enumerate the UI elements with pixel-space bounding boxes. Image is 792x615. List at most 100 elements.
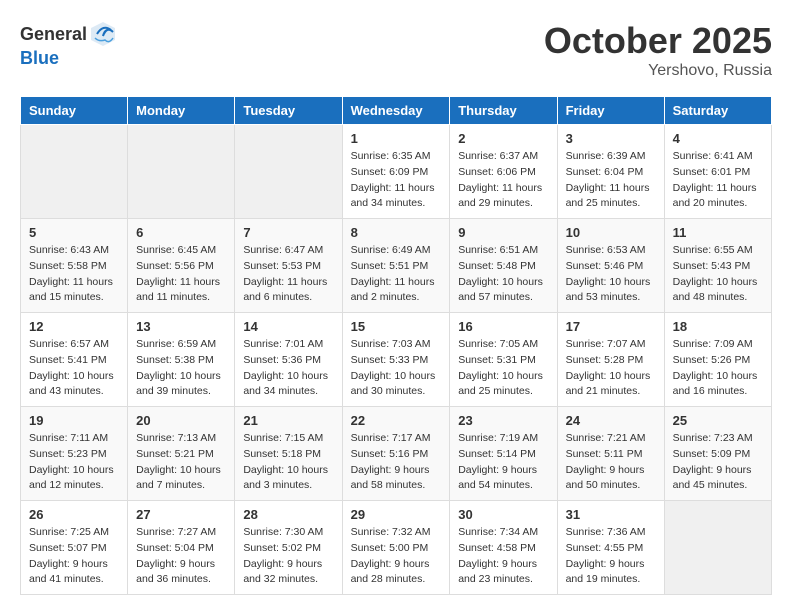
calendar-week-row: 1Sunrise: 6:35 AM Sunset: 6:09 PM Daylig… <box>21 125 772 219</box>
calendar-cell <box>664 501 771 595</box>
month-title: October 2025 <box>544 20 772 62</box>
day-info: Sunrise: 7:32 AM Sunset: 5:00 PM Dayligh… <box>351 525 442 588</box>
weekday-header-wednesday: Wednesday <box>342 97 450 125</box>
day-number: 28 <box>243 507 333 522</box>
day-number: 7 <box>243 225 333 240</box>
day-number: 22 <box>351 413 442 428</box>
calendar-cell: 28 Sunrise: 7:30 AM Sunset: 5:02 PM Dayli… <box>235 501 342 595</box>
calendar-cell: 20 Sunrise: 7:13 AM Sunset: 5:21 PM Dayli… <box>128 407 235 501</box>
day-number: 26 <box>29 507 119 522</box>
calendar-cell: 23 Sunrise: 7:19 AM Sunset: 5:14 PM Dayli… <box>450 407 557 501</box>
weekday-header-sunday: Sunday <box>21 97 128 125</box>
day-number: 14 <box>243 319 333 334</box>
day-info: Sunrise: 7:19 AM Sunset: 5:14 PM Dayligh… <box>458 431 548 494</box>
weekday-header-saturday: Saturday <box>664 97 771 125</box>
calendar-cell: 9Sunrise: 6:51 AM Sunset: 5:48 PM Daylig… <box>450 219 557 313</box>
day-info: Sunrise: 6:59 AM Sunset: 5:38 PM Dayligh… <box>136 337 226 400</box>
calendar-cell: 10Sunrise: 6:53 AM Sunset: 5:46 PM Dayli… <box>557 219 664 313</box>
day-info: Sunrise: 7:11 AM Sunset: 5:23 PM Dayligh… <box>29 431 119 494</box>
day-info: Sunrise: 7:03 AM Sunset: 5:33 PM Dayligh… <box>351 337 442 400</box>
day-number: 20 <box>136 413 226 428</box>
calendar-cell: 29 Sunrise: 7:32 AM Sunset: 5:00 PM Dayli… <box>342 501 450 595</box>
weekday-header-thursday: Thursday <box>450 97 557 125</box>
day-number: 17 <box>566 319 656 334</box>
page-header: General Blue October 2025 Yershovo, Russ… <box>20 20 772 80</box>
calendar-cell: 2 Sunrise: 6:37 AM Sunset: 6:06 PM Daylig… <box>450 125 557 219</box>
calendar-cell: 15 Sunrise: 7:03 AM Sunset: 5:33 PM Dayli… <box>342 313 450 407</box>
day-info: Sunrise: 7:07 AM Sunset: 5:28 PM Dayligh… <box>566 337 656 400</box>
day-number: 30 <box>458 507 548 522</box>
calendar-cell: 22 Sunrise: 7:17 AM Sunset: 5:16 PM Dayli… <box>342 407 450 501</box>
logo-general: General <box>20 24 87 45</box>
day-number: 29 <box>351 507 442 522</box>
day-number: 15 <box>351 319 442 334</box>
logo-blue: Blue <box>20 48 59 68</box>
day-info: Sunrise: 7:27 AM Sunset: 5:04 PM Dayligh… <box>136 525 226 588</box>
day-number: 12 <box>29 319 119 334</box>
day-info: Sunrise: 6:49 AM Sunset: 5:51 PM Dayligh… <box>351 243 442 306</box>
location-title: Yershovo, Russia <box>544 62 772 80</box>
day-info: Sunrise: 6:43 AM Sunset: 5:58 PM Dayligh… <box>29 243 119 306</box>
weekday-header-monday: Monday <box>128 97 235 125</box>
day-info: Sunrise: 6:45 AM Sunset: 5:56 PM Dayligh… <box>136 243 226 306</box>
calendar-cell: 16Sunrise: 7:05 AM Sunset: 5:31 PM Dayli… <box>450 313 557 407</box>
calendar-cell: 31Sunrise: 7:36 AM Sunset: 4:55 PM Dayli… <box>557 501 664 595</box>
calendar: SundayMondayTuesdayWednesdayThursdayFrid… <box>20 96 772 595</box>
day-number: 18 <box>673 319 763 334</box>
day-info: Sunrise: 7:09 AM Sunset: 5:26 PM Dayligh… <box>673 337 763 400</box>
calendar-week-row: 12 Sunrise: 6:57 AM Sunset: 5:41 PM Dayli… <box>21 313 772 407</box>
day-number: 4 <box>673 131 763 146</box>
calendar-cell: 21Sunrise: 7:15 AM Sunset: 5:18 PM Dayli… <box>235 407 342 501</box>
calendar-cell <box>128 125 235 219</box>
calendar-body: 1Sunrise: 6:35 AM Sunset: 6:09 PM Daylig… <box>21 125 772 595</box>
calendar-cell: 4 Sunrise: 6:41 AM Sunset: 6:01 PM Daylig… <box>664 125 771 219</box>
day-info: Sunrise: 6:51 AM Sunset: 5:48 PM Dayligh… <box>458 243 548 306</box>
calendar-cell: 13Sunrise: 6:59 AM Sunset: 5:38 PM Dayli… <box>128 313 235 407</box>
calendar-cell: 3Sunrise: 6:39 AM Sunset: 6:04 PM Daylig… <box>557 125 664 219</box>
weekday-header-row: SundayMondayTuesdayWednesdayThursdayFrid… <box>21 97 772 125</box>
calendar-header: SundayMondayTuesdayWednesdayThursdayFrid… <box>21 97 772 125</box>
calendar-cell: 14Sunrise: 7:01 AM Sunset: 5:36 PM Dayli… <box>235 313 342 407</box>
weekday-header-tuesday: Tuesday <box>235 97 342 125</box>
day-number: 8 <box>351 225 442 240</box>
day-number: 27 <box>136 507 226 522</box>
day-info: Sunrise: 6:57 AM Sunset: 5:41 PM Dayligh… <box>29 337 119 400</box>
calendar-cell: 26Sunrise: 7:25 AM Sunset: 5:07 PM Dayli… <box>21 501 128 595</box>
day-info: Sunrise: 6:47 AM Sunset: 5:53 PM Dayligh… <box>243 243 333 306</box>
calendar-cell: 6Sunrise: 6:45 AM Sunset: 5:56 PM Daylig… <box>128 219 235 313</box>
day-info: Sunrise: 6:37 AM Sunset: 6:06 PM Dayligh… <box>458 149 548 212</box>
day-info: Sunrise: 6:39 AM Sunset: 6:04 PM Dayligh… <box>566 149 656 212</box>
calendar-cell <box>21 125 128 219</box>
day-info: Sunrise: 6:41 AM Sunset: 6:01 PM Dayligh… <box>673 149 763 212</box>
calendar-week-row: 26Sunrise: 7:25 AM Sunset: 5:07 PM Dayli… <box>21 501 772 595</box>
day-info: Sunrise: 7:34 AM Sunset: 4:58 PM Dayligh… <box>458 525 548 588</box>
calendar-cell: 18 Sunrise: 7:09 AM Sunset: 5:26 PM Dayli… <box>664 313 771 407</box>
day-number: 31 <box>566 507 656 522</box>
day-info: Sunrise: 7:15 AM Sunset: 5:18 PM Dayligh… <box>243 431 333 494</box>
day-info: Sunrise: 7:17 AM Sunset: 5:16 PM Dayligh… <box>351 431 442 494</box>
calendar-cell: 7 Sunrise: 6:47 AM Sunset: 5:53 PM Daylig… <box>235 219 342 313</box>
day-number: 2 <box>458 131 548 146</box>
day-number: 19 <box>29 413 119 428</box>
day-number: 23 <box>458 413 548 428</box>
day-info: Sunrise: 6:55 AM Sunset: 5:43 PM Dayligh… <box>673 243 763 306</box>
calendar-cell: 25Sunrise: 7:23 AM Sunset: 5:09 PM Dayli… <box>664 407 771 501</box>
day-info: Sunrise: 7:05 AM Sunset: 5:31 PM Dayligh… <box>458 337 548 400</box>
title-block: October 2025 Yershovo, Russia <box>544 20 772 80</box>
calendar-cell: 5Sunrise: 6:43 AM Sunset: 5:58 PM Daylig… <box>21 219 128 313</box>
day-number: 1 <box>351 131 442 146</box>
calendar-week-row: 19 Sunrise: 7:11 AM Sunset: 5:23 PM Dayli… <box>21 407 772 501</box>
calendar-cell <box>235 125 342 219</box>
day-number: 24 <box>566 413 656 428</box>
calendar-cell: 27 Sunrise: 7:27 AM Sunset: 5:04 PM Dayli… <box>128 501 235 595</box>
calendar-cell: 17 Sunrise: 7:07 AM Sunset: 5:28 PM Dayli… <box>557 313 664 407</box>
calendar-cell: 19 Sunrise: 7:11 AM Sunset: 5:23 PM Dayli… <box>21 407 128 501</box>
day-info: Sunrise: 7:30 AM Sunset: 5:02 PM Dayligh… <box>243 525 333 588</box>
calendar-cell: 30 Sunrise: 7:34 AM Sunset: 4:58 PM Dayli… <box>450 501 557 595</box>
day-info: Sunrise: 7:13 AM Sunset: 5:21 PM Dayligh… <box>136 431 226 494</box>
calendar-cell: 11Sunrise: 6:55 AM Sunset: 5:43 PM Dayli… <box>664 219 771 313</box>
weekday-header-friday: Friday <box>557 97 664 125</box>
calendar-cell: 1Sunrise: 6:35 AM Sunset: 6:09 PM Daylig… <box>342 125 450 219</box>
day-info: Sunrise: 7:21 AM Sunset: 5:11 PM Dayligh… <box>566 431 656 494</box>
logo-icon <box>89 20 117 48</box>
